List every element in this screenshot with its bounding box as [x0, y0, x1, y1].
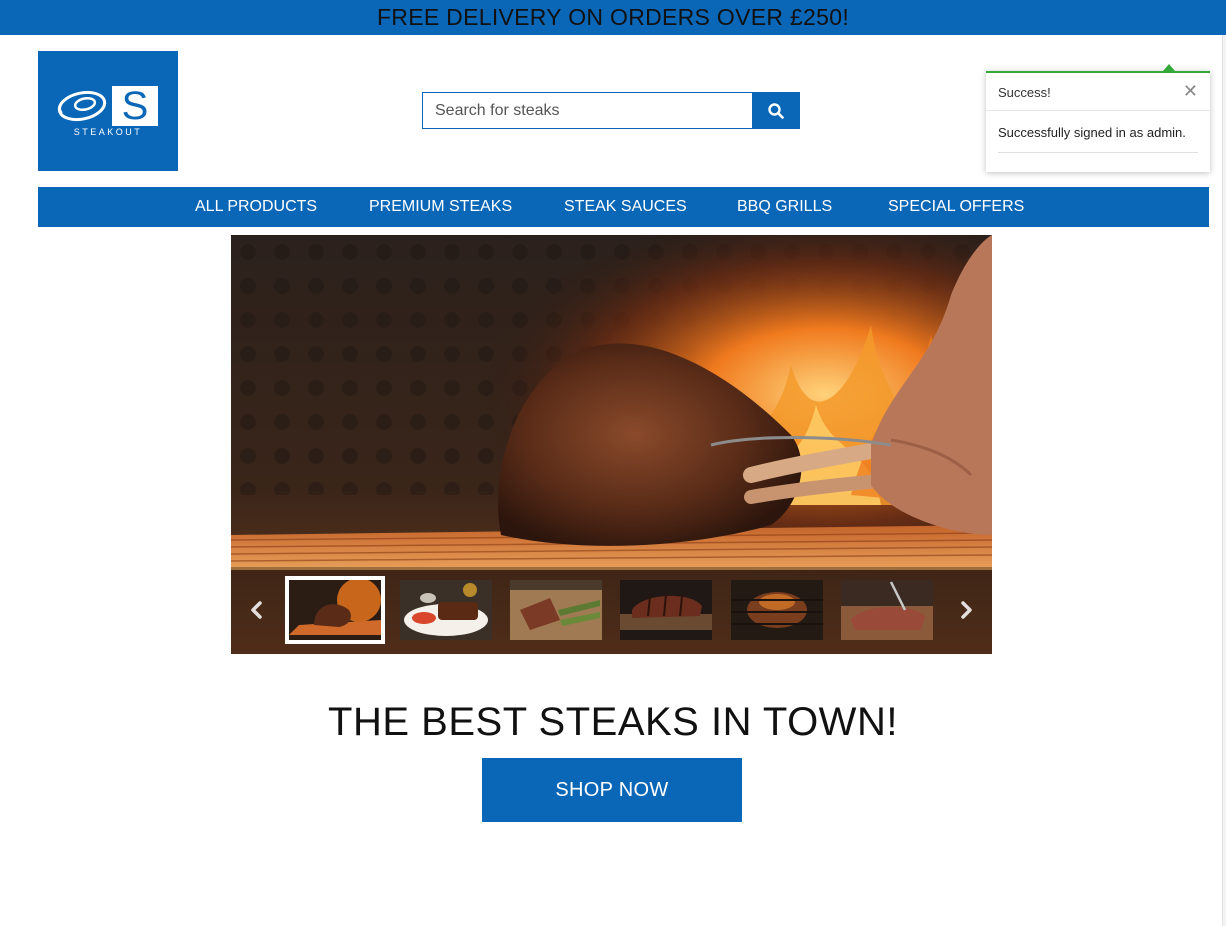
carousel-thumbnail[interactable]: [620, 580, 712, 640]
site-logo[interactable]: S STEAKOUT: [38, 51, 178, 171]
promo-text: FREE DELIVERY ON ORDERS OVER £250!: [376, 4, 850, 30]
chevron-right-icon[interactable]: [952, 595, 982, 625]
toast-message: Successfully signed in as admin.: [998, 125, 1186, 140]
toast-rule: [998, 152, 1198, 153]
window-edge: [1222, 35, 1226, 926]
carousel-thumbnail[interactable]: [400, 580, 492, 640]
nav-item-steak-sauces[interactable]: STEAK SAUCES: [564, 187, 687, 227]
image-carousel: [231, 235, 992, 654]
toast-divider: [986, 110, 1210, 111]
logo-brand-text: STEAKOUT: [73, 127, 143, 137]
close-icon[interactable]: ✕: [1183, 81, 1198, 102]
carousel-thumbnail[interactable]: [731, 580, 823, 640]
hero-headline: THE BEST STEAKS IN TOWN!: [328, 700, 898, 744]
nav-item-bbq-grills[interactable]: BBQ GRILLS: [737, 187, 832, 227]
page: FREE DELIVERY ON ORDERS OVER £250! S STE…: [0, 0, 1226, 926]
success-toast: Success! ✕ Successfully signed in as adm…: [986, 64, 1210, 172]
carousel-thumbnail[interactable]: [841, 580, 933, 640]
search-input[interactable]: [422, 92, 752, 129]
nav-item-special-offers[interactable]: SPECIAL OFFERS: [888, 187, 1024, 227]
steak-icon: S: [57, 84, 158, 128]
search-button[interactable]: [752, 92, 800, 129]
toast-pointer: [1163, 64, 1175, 71]
logo-letter: S: [122, 84, 149, 128]
carousel-thumbnail[interactable]: [285, 576, 385, 644]
promo-banner: FREE DELIVERY ON ORDERS OVER £250!: [0, 0, 1226, 35]
nav-item-all-products[interactable]: ALL PRODUCTS: [195, 187, 317, 227]
search-bar: [422, 92, 800, 129]
chevron-left-icon[interactable]: [241, 595, 271, 625]
carousel-thumbnail[interactable]: [510, 580, 602, 640]
toast-title: Success!: [998, 85, 1051, 100]
search-icon: [768, 102, 784, 119]
shop-now-button[interactable]: SHOP NOW: [482, 758, 742, 822]
main-nav: ALL PRODUCTS PREMIUM STEAKS STEAK SAUCES…: [38, 187, 1209, 227]
nav-item-premium-steaks[interactable]: PREMIUM STEAKS: [369, 187, 512, 227]
